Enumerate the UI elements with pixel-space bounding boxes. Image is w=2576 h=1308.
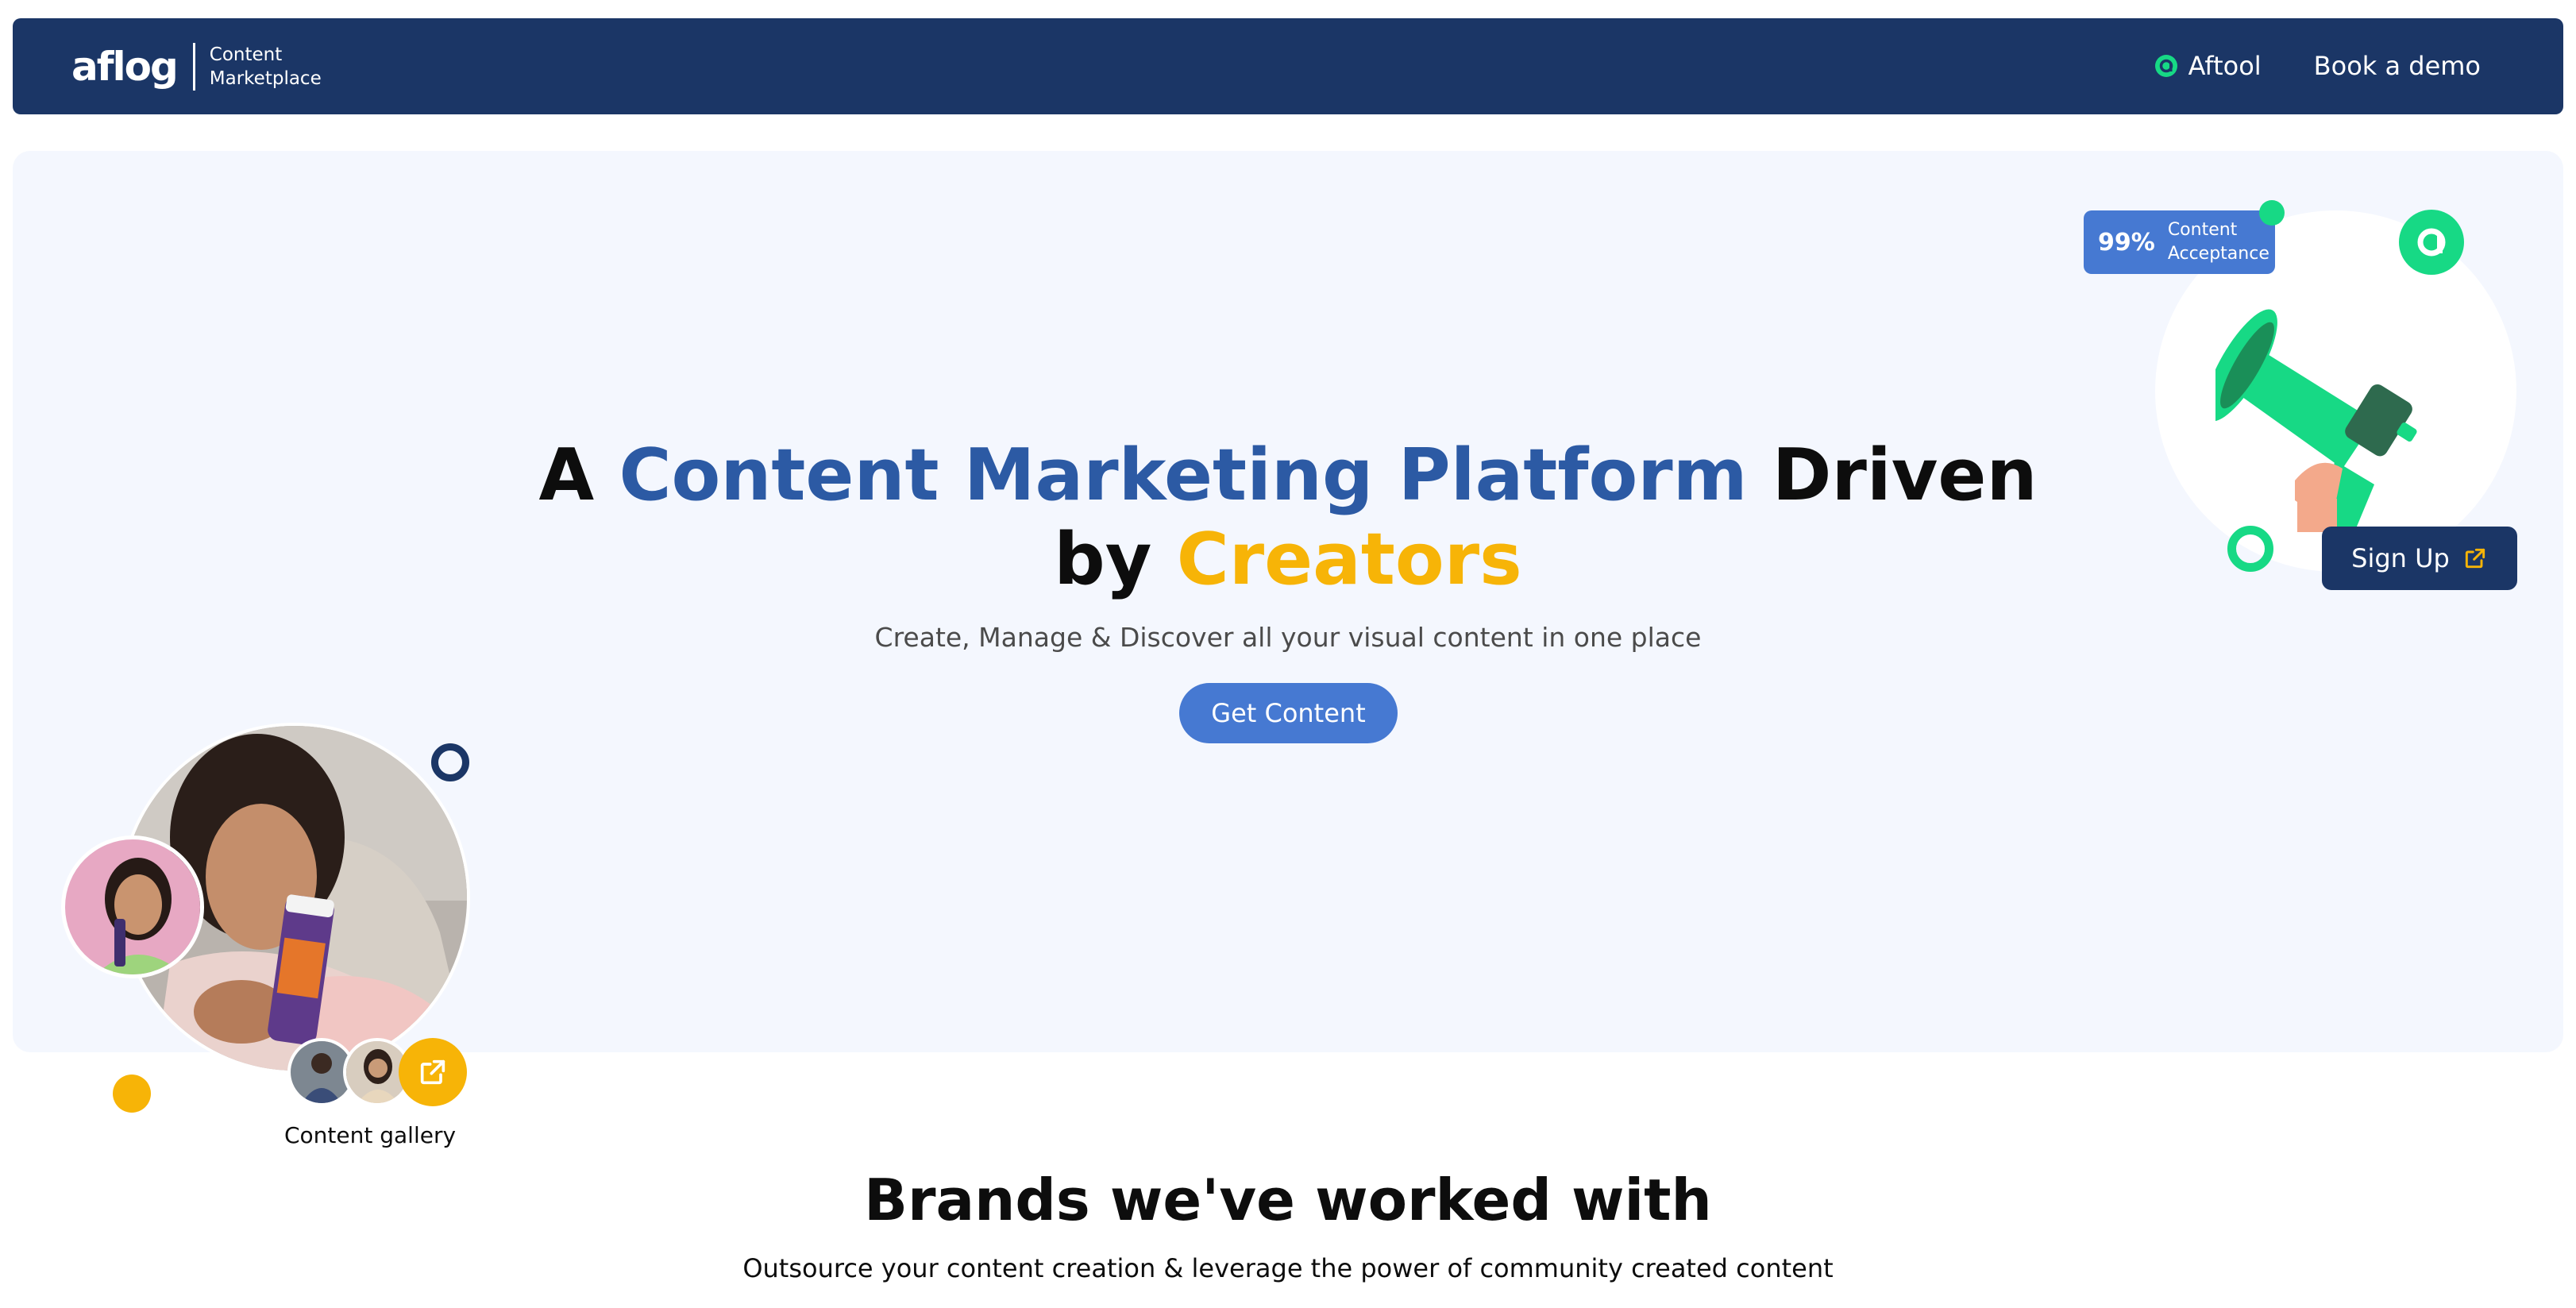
logo-subtitle-line2: Marketplace [209,68,322,89]
logo-subtitle-line1: Content [209,44,283,65]
top-navbar: aflog Content Marketplace Aftool Book a … [13,18,2563,114]
nav-link-book-demo[interactable]: Book a demo [2314,48,2481,83]
acceptance-label: Content Acceptance [2168,218,2269,266]
logo-divider [192,43,195,91]
brands-subtitle: Outsource your content creation & levera… [742,1253,1834,1283]
logo-wordmark: aflog [71,44,179,90]
acceptance-label-line1: Content [2167,220,2238,240]
external-link-icon [420,1059,445,1085]
hero-title-part3: by [1054,518,1177,601]
decor-ring-green [2227,526,2273,572]
hero-title-part2: Driven [1747,434,2038,517]
megaphone-icon [2215,309,2417,532]
hero-title-highlight-blue: Content Marketing Platform [619,434,1748,517]
sign-up-label: Sign Up [2351,543,2450,573]
logo-subtitle: Content Marketplace [210,43,322,91]
nav-links: Aftool Book a demo [2154,48,2481,83]
gallery-open-button[interactable] [399,1038,467,1106]
aftool-logo-icon [2154,55,2177,77]
acceptance-label-line2: Acceptance [2167,244,2269,264]
aflog-logo[interactable]: aflog Content Marketplace [71,42,322,91]
hero-title-part1: A [538,434,619,517]
decor-dot-green [2259,200,2285,226]
external-link-icon [2465,548,2485,569]
acceptance-value: 99% [2098,228,2155,257]
nav-link-aftool-label: Aftool [2188,51,2262,81]
hero-subtitle: Create, Manage & Discover all your visua… [874,622,1702,653]
gallery-secondary-photo[interactable] [61,835,204,978]
decor-ring-navy [431,743,469,781]
hero-title-highlight-yellow: Creators [1176,518,1522,601]
nav-link-aftool[interactable]: Aftool [2154,48,2262,83]
aftool-badge [2399,210,2464,275]
decor-dot-yellow [113,1075,151,1113]
content-acceptance-badge: 99% Content Acceptance [2084,210,2275,274]
content-gallery-label: Content gallery [283,1122,457,1148]
aftool-logo-icon [2417,228,2446,257]
sign-up-button[interactable]: Sign Up [2322,527,2517,590]
get-content-button[interactable]: Get Content [1179,683,1398,743]
brands-title: Brands we've worked with [864,1167,1712,1233]
